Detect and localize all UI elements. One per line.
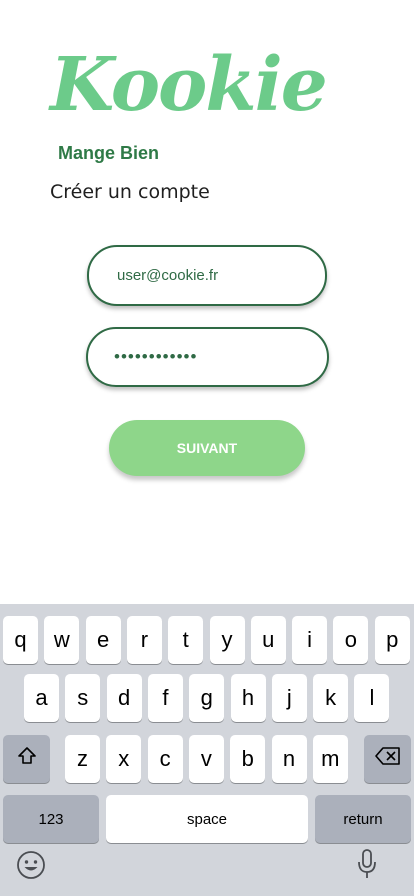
key-k[interactable]: k [313,674,349,722]
space-key[interactable]: space [106,795,308,843]
key-e[interactable]: e [85,616,121,664]
emoji-icon [16,850,46,884]
shift-icon [16,745,38,773]
delete-key[interactable] [364,735,411,783]
email-field[interactable] [87,245,327,306]
key-s[interactable]: s [65,674,101,722]
key-f[interactable]: f [147,674,183,722]
key-c[interactable]: c [147,735,183,783]
key-i[interactable]: i [292,616,328,664]
password-input[interactable] [114,347,327,367]
key-z[interactable]: z [65,735,100,783]
email-input[interactable] [117,267,325,284]
key-d[interactable]: d [106,674,142,722]
dictation-button[interactable] [353,848,381,884]
microphone-icon [357,848,377,884]
password-field[interactable] [86,327,329,387]
key-h[interactable]: h [230,674,266,722]
key-q[interactable]: q [3,616,38,664]
key-r[interactable]: r [126,616,162,664]
keyboard: 123 space return qwertyuiop asdfghjkl zxcv… [0,604,414,896]
return-key[interactable]: return [315,795,411,843]
key-b[interactable]: b [230,735,266,783]
numbers-key[interactable]: 123 [3,795,99,843]
key-a[interactable]: a [24,674,59,722]
next-button[interactable]: SUIVANT [109,420,305,476]
key-n[interactable]: n [271,735,307,783]
key-g[interactable]: g [189,674,225,722]
key-m[interactable]: m [312,735,348,783]
key-y[interactable]: y [209,616,245,664]
key-l[interactable]: l [354,674,390,722]
page-title: Créer un compte [50,181,210,203]
key-t[interactable]: t [168,616,204,664]
key-w[interactable]: w [44,616,80,664]
key-p[interactable]: p [374,616,410,664]
app-logo: Kookie [50,42,328,128]
shift-key[interactable] [3,735,50,783]
app-tagline: Mange Bien [58,143,160,163]
emoji-button[interactable] [14,850,48,884]
key-o[interactable]: o [333,616,369,664]
key-v[interactable]: v [188,735,224,783]
key-x[interactable]: x [106,735,142,783]
backspace-icon [374,746,401,772]
key-u[interactable]: u [250,616,286,664]
key-j[interactable]: j [271,674,307,722]
